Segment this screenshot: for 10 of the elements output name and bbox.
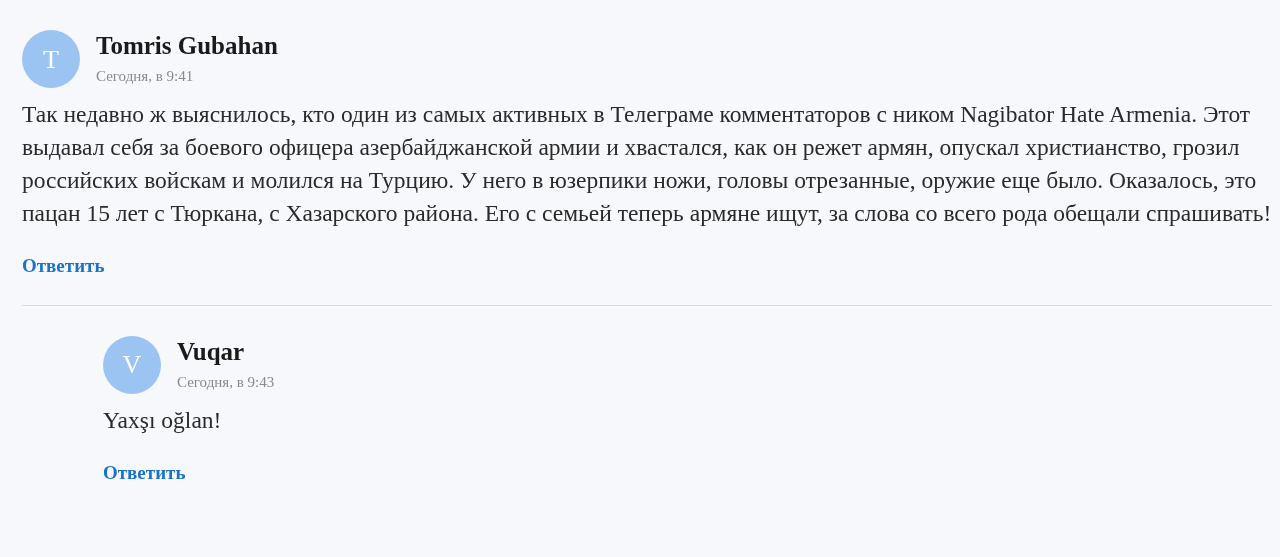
author-name: Vuqar [177, 336, 246, 367]
comment-time: Сегодня, в 9:41 [96, 67, 195, 86]
comment-time: Сегодня, в 9:43 [177, 372, 275, 392]
comment-text: Так недавно ж выяснилось, кто один из самых активных в Телеграме комментаторов с ником Nagibator Hate Armenia. Этот выдавал себя за боевого офицера азербайджанской армии и хвастался, как он режет армян, опускал христианство, грозил российских войскам и молился на Турцию. У него в юзерпики ножи, головы отрезанные, оружие еще было. Оказалось, это пацан 15 лет с Тюркана, с Хазарского района. Его с семьей теперь армяне ищут, за слова со всего рода обещали спрашивать! [22, 100, 1272, 228]
reply-link[interactable]: Ответить [22, 252, 105, 281]
reply-link[interactable]: Ответить [103, 458, 186, 487]
avatar: V [103, 335, 161, 394]
comment-text: Yaxşı oğlan! [103, 405, 223, 435]
author-name: Tomris Gubahan [96, 31, 278, 61]
avatar: T [22, 30, 80, 88]
